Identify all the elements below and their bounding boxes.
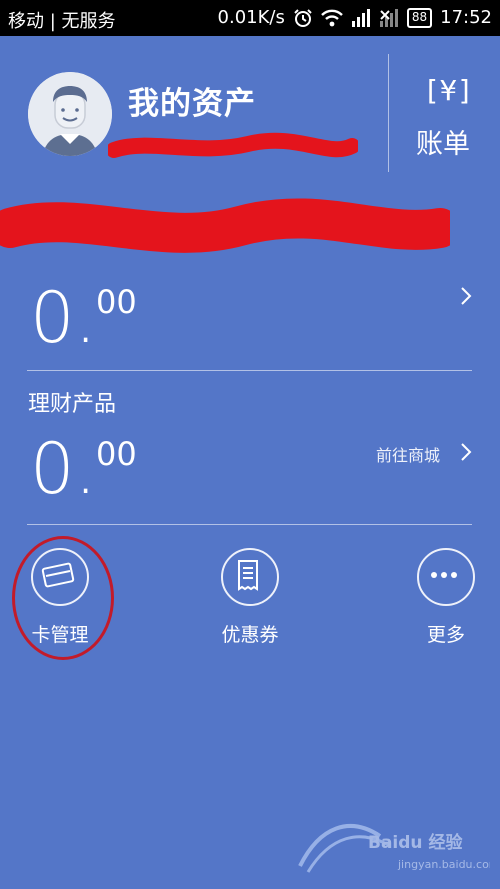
signal-no-service-icon bbox=[379, 8, 399, 27]
svg-text:Baidu 经验: Baidu 经验 bbox=[368, 832, 463, 853]
wealth-cents: 00 bbox=[96, 435, 137, 473]
redaction-mark bbox=[108, 132, 358, 158]
more-icon bbox=[417, 548, 475, 606]
coupon-icon bbox=[221, 548, 279, 606]
network-speed: 0.01K/s bbox=[217, 7, 285, 28]
svg-text:jingyan.baidu.com: jingyan.baidu.com bbox=[397, 858, 490, 871]
clock: 17:52 bbox=[440, 7, 492, 28]
baidu-jingyan-watermark: Baidu 经验 jingyan.baidu.com bbox=[290, 806, 500, 876]
chevron-right-icon[interactable] bbox=[459, 284, 473, 314]
carrier-status: 移动 | 无服务 bbox=[8, 11, 116, 32]
avatar[interactable] bbox=[28, 72, 112, 156]
battery-level: 88 bbox=[406, 7, 433, 28]
balance-whole: 0. bbox=[30, 277, 97, 359]
watermark-logo-icon: Baidu 经验 jingyan.baidu.com bbox=[298, 824, 500, 873]
user-avatar-icon bbox=[28, 72, 112, 156]
redaction-mark-large bbox=[0, 198, 450, 253]
more-button[interactable]: 更多 bbox=[386, 548, 500, 647]
signal-icon bbox=[351, 8, 371, 27]
section-divider bbox=[27, 370, 472, 371]
balance-cents: 00 bbox=[96, 283, 137, 321]
page-title: 我的资产 bbox=[128, 86, 256, 122]
wealth-whole: 0. bbox=[30, 428, 97, 510]
yen-icon[interactable]: [¥] bbox=[423, 74, 474, 107]
alarm-icon bbox=[293, 8, 313, 28]
go-to-mall-link[interactable]: 前往商城 bbox=[376, 442, 440, 466]
coupon-label: 优惠券 bbox=[221, 624, 279, 646]
wifi-icon bbox=[320, 9, 343, 27]
header-divider bbox=[388, 54, 389, 172]
chevron-right-icon[interactable] bbox=[459, 440, 473, 470]
highlight-circle bbox=[12, 536, 114, 660]
more-label: 更多 bbox=[426, 624, 465, 646]
coupon-button[interactable]: 优惠券 bbox=[190, 548, 310, 647]
status-bar: 移动 | 无服务 0.01K/s 88 17:52 bbox=[0, 0, 500, 36]
bill-button[interactable]: 账单 bbox=[416, 122, 470, 161]
section-divider bbox=[27, 524, 472, 525]
wealth-products-label: 理财产品 bbox=[28, 392, 117, 417]
status-right: 0.01K/s 88 17:52 bbox=[218, 7, 492, 28]
